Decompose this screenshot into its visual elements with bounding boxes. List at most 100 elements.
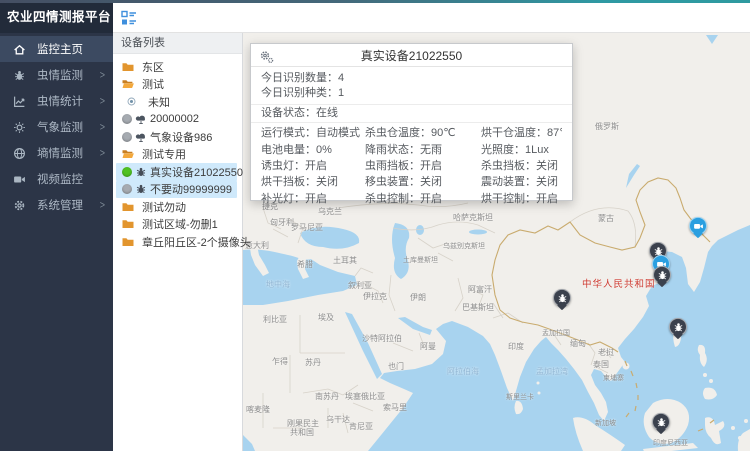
tree-item-folder-test[interactable]: 测试 — [113, 76, 242, 94]
map-label: 南苏丹 — [315, 392, 339, 401]
map-marker-insect[interactable] — [553, 289, 571, 307]
chart-icon — [13, 95, 26, 108]
sidebar-item-label: 虫情监测 — [37, 67, 83, 83]
map-label-china: 中华人民共和国 — [582, 276, 656, 290]
sidebar-item-label: 系统管理 — [37, 197, 83, 213]
sidebar-item-insect-monitor[interactable]: 虫情监测> — [0, 62, 113, 88]
popup-field: 烘干挡板：关闭 — [261, 173, 365, 189]
sidebar-item-label: 虫情统计 — [37, 93, 83, 109]
chevron-right-icon: > — [100, 199, 105, 211]
tree-item-device-weather-986[interactable]: 气象设备986 — [116, 128, 237, 146]
map-label: 土耳其 — [333, 256, 357, 265]
popup-field: 电池电量：0% — [261, 141, 365, 157]
chevron-right-icon: > — [100, 147, 105, 159]
sidebar-item-label: 墒情监测 — [37, 145, 83, 161]
device-list-panel: 设备列表 东区测试未知20000002气象设备986测试专用真实设备210225… — [113, 33, 243, 451]
device-popup-stats: 今日识别数量4 今日识别种类1 — [251, 67, 572, 104]
stat-recognition-types: 今日识别种类1 — [261, 86, 562, 101]
insect-device-icon — [135, 166, 147, 178]
map-area[interactable]: 俄罗斯蒙古哈萨克斯坦乌克兰捷克匈牙利罗马尼亚意大利希腊土耳其乌兹别克斯坦土库曼斯… — [243, 33, 750, 451]
folder-closed-icon — [122, 237, 134, 247]
popup-field: 光照度：1Lux — [481, 141, 562, 157]
sidebar-item-label: 监控主页 — [37, 41, 83, 57]
map-label: 埃塞俄比亚 — [345, 392, 385, 401]
map-label: 地中海 — [266, 280, 290, 289]
sidebar-item-label: 气象监测 — [37, 119, 83, 135]
folder-label: 测试专用 — [142, 146, 186, 162]
map-label: 泰国 — [593, 360, 609, 369]
map-label: 乌兹别克斯坦 — [443, 242, 485, 251]
device-label: 20000002 — [150, 113, 199, 125]
stat-recognition-count: 今日识别数量4 — [261, 71, 562, 86]
popup-field: 杀虫控制：开启 — [365, 190, 481, 206]
sidebar-item-insect-stats[interactable]: 虫情统计 > — [0, 88, 113, 114]
popup-field: 虫雨挡板：开启 — [365, 157, 481, 173]
sidebar-item-video-monitor[interactable]: 视频监控 — [0, 166, 113, 192]
popup-field: 烘干控制：开启 — [481, 190, 562, 206]
popup-field: 震动装置：关闭 — [481, 173, 562, 189]
map-label: 索马里 — [383, 403, 407, 412]
tree-item-folder-test-no-touch[interactable]: 测试勿动 — [113, 198, 242, 216]
popup-field: 杀虫挡板：关闭 — [481, 157, 562, 173]
folder-label: 东区 — [142, 59, 164, 75]
map-label: 共和国 — [290, 428, 314, 437]
map-label: 喀麦隆 — [246, 405, 270, 414]
popup-field: 移虫装置：关闭 — [365, 173, 481, 189]
map-label: 新加坡 — [595, 419, 616, 428]
map-label: 孟加拉国 — [542, 329, 570, 338]
weather-device-icon — [135, 131, 147, 143]
map-label: 蒙古 — [598, 214, 614, 223]
tree-item-folder-east-district[interactable]: 东区 — [113, 58, 242, 76]
sidebar-item-home[interactable]: 监控主页 — [0, 36, 113, 62]
popup-field: 诱虫灯：开启 — [261, 157, 365, 173]
sun-icon — [13, 121, 26, 134]
map-label: 阿富汗 — [468, 285, 492, 294]
video-icon — [13, 173, 26, 186]
map-label: 印度 — [508, 342, 524, 351]
top-toolbar — [113, 3, 750, 33]
tree-item-folder-test-special[interactable]: 测试专用 — [113, 146, 242, 164]
popup-field: 降雨状态：无雨 — [365, 141, 481, 157]
map-marker-insect[interactable] — [669, 318, 687, 336]
device-list-header: 设备列表 — [113, 33, 242, 54]
folder-closed-icon — [122, 219, 134, 229]
sidebar-item-system-manage[interactable]: 系统管理 > — [0, 192, 113, 218]
map-label: 乌克兰 — [318, 207, 342, 216]
settings-gear-icon[interactable] — [259, 49, 274, 64]
device-label: 气象设备986 — [150, 129, 212, 145]
status-dot-offline — [122, 184, 132, 194]
device-tree: 东区测试未知20000002气象设备986测试专用真实设备21022550不要动… — [113, 54, 242, 251]
map-label: 乌干达 — [326, 415, 350, 424]
popup-field: 补光灯：开启 — [261, 190, 365, 206]
map-marker-camera[interactable] — [689, 217, 707, 235]
device-label: 真实设备21022550 — [150, 164, 243, 180]
tree-item-folder-test-region-no-delete[interactable]: 测试区域-勿删1 — [113, 216, 242, 234]
tree-item-device-20000002[interactable]: 20000002 — [116, 111, 237, 129]
map-label: 孟加拉湾 — [536, 367, 568, 376]
tree-view-icon[interactable] — [121, 10, 137, 26]
bug-icon — [13, 69, 26, 82]
map-label: 印度尼西亚 — [653, 439, 688, 448]
map-label: 伊朗 — [410, 293, 426, 302]
sidebar-item-weather-monitor[interactable]: 气象监测> — [0, 114, 113, 140]
map-marker-insect[interactable] — [652, 413, 670, 431]
folder-closed-icon — [122, 202, 134, 212]
device-popup-header: 真实设备21022550 — [251, 44, 572, 67]
sidebar-item-soil-monitor[interactable]: 墒情监测 > — [0, 140, 113, 166]
popup-field: 烘干仓温度：87℃ — [481, 124, 562, 140]
map-label: 哈萨克斯坦 — [453, 213, 493, 222]
map-label: 伊拉克 — [363, 292, 387, 301]
sidebar: 农业四情测报平台 监控主页虫情监测>虫情统计>气象监测>墒情监测>视频监控系统管… — [0, 0, 113, 451]
radio-icon — [127, 97, 136, 106]
map-label: 刚果民主 — [287, 419, 319, 428]
tree-item-device-real-21022550[interactable]: 真实设备21022550 — [116, 163, 237, 181]
folder-open-icon — [122, 149, 134, 159]
map-label: 埃及 — [318, 313, 334, 322]
tree-item-item-unknown[interactable]: 未知 — [113, 93, 242, 111]
map-label: 利比亚 — [263, 315, 287, 324]
map-label: 苏丹 — [305, 358, 321, 367]
status-dot-offline — [122, 132, 132, 142]
chevron-right-icon: > — [100, 95, 105, 107]
tree-item-folder-zhangqiu-cameras[interactable]: 章丘阳丘区-2个摄像头 — [113, 233, 242, 251]
tree-item-device-do-not-touch-99999999[interactable]: 不要动99999999 — [116, 181, 237, 199]
